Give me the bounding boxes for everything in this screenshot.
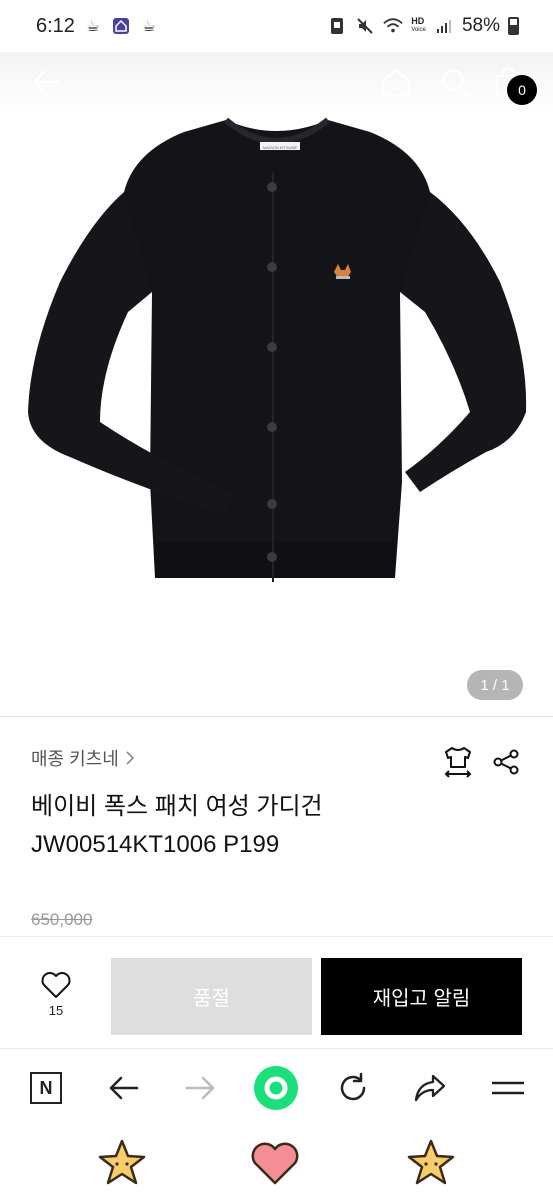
product-title-line2: JW00514KT1006 P199 [31,831,280,858]
app-header [0,52,553,112]
purchase-action-bar: 15 품절 재입고 알림 [0,936,553,1048]
wishlist-button[interactable]: 15 [28,971,84,1031]
back-arrow-icon [32,70,60,94]
naver-n-icon: N [30,1072,62,1104]
naver-home-button[interactable]: N [21,1063,71,1113]
voice-label: Voice [411,27,426,33]
forward-arrow-icon [185,1076,215,1100]
green-dot-icon [254,1066,298,1110]
home-notification-icon [111,16,131,36]
search-button[interactable] [433,60,477,104]
status-bar: 6:12 ☕ ☕ HD Voice 58% [0,0,553,52]
coffee-icon-2: ☕ [142,18,156,35]
browser-back-button[interactable] [98,1063,148,1113]
product-title-line1: 베이비 폭스 패치 여성 가디건 [31,793,323,820]
label-tag-text: MAISON KITSUNÉ [263,145,298,150]
decoration-row [0,1128,553,1200]
star-sticker-icon-2 [407,1139,455,1185]
naver-n-label: N [39,1077,53,1098]
original-price: 650,000 [31,910,93,929]
back-button[interactable] [24,60,68,104]
chevron-right-icon [126,751,134,765]
clock: 6:12 [36,14,75,37]
hamburger-menu-icon [492,1081,524,1095]
wifi-icon [383,16,403,36]
divider [0,716,553,717]
star-sticker-icon [98,1139,146,1185]
heart-icon [41,972,71,998]
restock-alert-button[interactable]: 재입고 알림 [321,958,522,1035]
cardigan-image: MAISON KITSUNÉ [28,117,527,582]
share-button[interactable] [486,742,526,782]
browser-toolbar: N [0,1048,553,1128]
back-arrow-icon [109,1076,139,1100]
battery-percent: 58% [461,15,500,36]
size-guide-button[interactable] [438,742,478,782]
status-right: HD Voice 58% [327,15,519,37]
browser-share-button[interactable] [405,1063,455,1113]
reload-button[interactable] [328,1063,378,1113]
soldout-button[interactable]: 품절 [111,958,312,1035]
product-title: 베이비 폭스 패치 여성 가디건 JW00514KT1006 P199 [31,788,511,864]
home-icon [381,68,411,97]
browser-forward-button[interactable] [176,1063,226,1113]
nfc-icon [327,16,347,36]
coffee-icon: ☕ [86,18,100,35]
wishlist-count: 15 [48,1003,64,1018]
signal-icon [434,16,454,36]
brand-name: 매종 키츠네 [31,749,119,769]
naver-green-dot-button[interactable] [251,1063,301,1113]
heart-sticker-icon [251,1142,299,1185]
share-arrow-icon [414,1074,446,1102]
size-guide-icon [444,747,472,778]
product-image[interactable]: MAISON KITSUNÉ [0,112,553,716]
bag-count-badge: 0 [507,75,537,105]
reload-icon [340,1072,366,1101]
mute-icon [355,16,375,36]
battery-icon [508,17,519,35]
image-page-indicator: 1 / 1 [467,670,523,700]
menu-button[interactable] [483,1063,533,1113]
search-icon [442,69,470,97]
hd-voice-icon: HD Voice [411,17,426,35]
brand-link[interactable]: 매종 키츠네 [31,745,135,771]
home-button[interactable] [374,60,418,104]
hd-label: HD [411,16,425,26]
share-icon [493,749,519,775]
status-left: 6:12 ☕ ☕ [36,15,159,38]
